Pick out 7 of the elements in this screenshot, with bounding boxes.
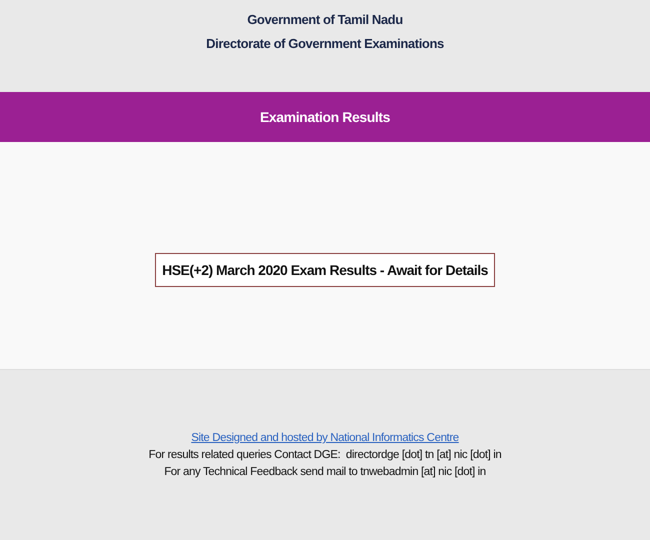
- header-title: Government of Tamil Nadu: [247, 12, 403, 27]
- footer-text: For results related queries Contact DGE: directordge [dot] tn [at] nic [dot] in: [148, 449, 502, 461]
- banner-title: Examination Results: [260, 109, 390, 125]
- footer-text: For any Technical Feedback send mail to tnwebadmin [at] nic [dot] in: [164, 466, 486, 478]
- credit-link[interactable]: Site Designed and hosted by National Informatics Centre: [191, 432, 459, 444]
- header-title: Directorate of Government Examinations: [206, 36, 444, 51]
- notice-box: HSE(+2) March 2020 Exam Results - Await for Details: [155, 252, 495, 286]
